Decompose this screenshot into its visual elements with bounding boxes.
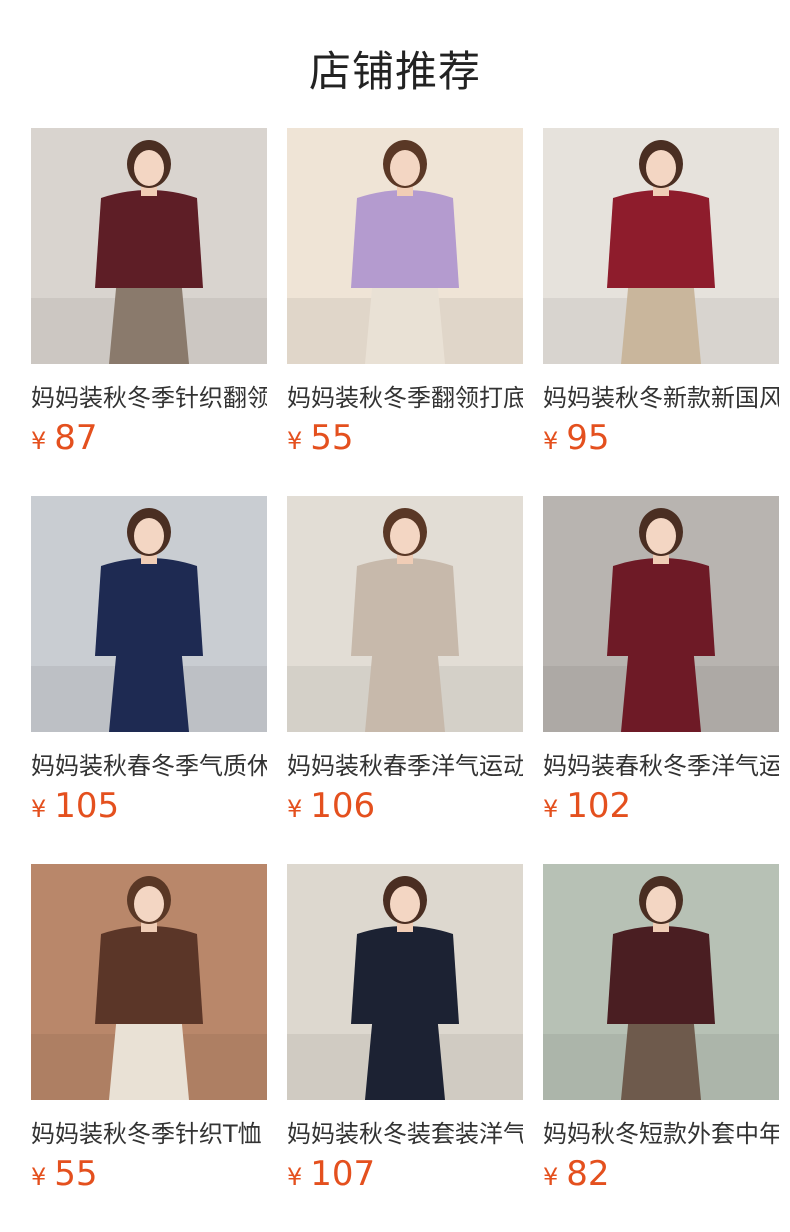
price-value: 82	[566, 1154, 610, 1194]
currency-symbol: ¥	[543, 795, 559, 823]
product-name[interactable]: 妈妈秋冬短款外套中年	[543, 1114, 779, 1149]
product-price: ¥82	[543, 1154, 610, 1194]
product-card[interactable]: 妈妈装秋春季洋气运动 ¥106	[287, 496, 523, 864]
product-name[interactable]: 妈妈装秋冬装套装洋气	[287, 1114, 523, 1149]
currency-symbol: ¥	[287, 795, 303, 823]
product-card[interactable]: 妈妈秋冬短款外套中年 ¥82	[543, 864, 779, 1232]
product-photo	[287, 864, 523, 1100]
product-price: ¥95	[543, 418, 610, 458]
currency-symbol: ¥	[31, 1163, 47, 1191]
product-photo	[543, 496, 779, 732]
product-image[interactable]	[31, 128, 267, 364]
product-price: ¥106	[287, 786, 375, 826]
product-image[interactable]	[543, 496, 779, 732]
price-value: 106	[310, 786, 376, 826]
product-price: ¥55	[31, 1154, 98, 1194]
product-image[interactable]	[287, 128, 523, 364]
product-photo	[31, 864, 267, 1100]
product-card[interactable]: 妈妈装春秋冬季洋气运 ¥102	[543, 496, 779, 864]
product-price: ¥107	[287, 1154, 375, 1194]
product-photo	[31, 496, 267, 732]
product-name[interactable]: 妈妈装秋春季洋气运动	[287, 746, 523, 781]
product-grid: 妈妈装秋冬季针织翻领 ¥87 妈妈装秋冬季翻领打底 ¥55 妈妈装秋冬新款新国风…	[31, 128, 779, 1232]
product-photo	[543, 864, 779, 1100]
product-card[interactable]: 妈妈装秋冬季翻领打底 ¥55	[287, 128, 523, 496]
product-photo	[31, 128, 267, 364]
product-name[interactable]: 妈妈装春秋冬季洋气运	[543, 746, 779, 781]
currency-symbol: ¥	[543, 427, 559, 455]
product-card[interactable]: 妈妈装秋春冬季气质休 ¥105	[31, 496, 267, 864]
product-photo	[287, 128, 523, 364]
currency-symbol: ¥	[543, 1163, 559, 1191]
product-name[interactable]: 妈妈装秋冬季翻领打底	[287, 378, 523, 413]
product-image[interactable]	[31, 864, 267, 1100]
product-card[interactable]: 妈妈装秋冬季针织T恤 ¥55	[31, 864, 267, 1232]
currency-symbol: ¥	[287, 1163, 303, 1191]
product-photo	[287, 496, 523, 732]
product-image[interactable]	[543, 864, 779, 1100]
product-card[interactable]: 妈妈装秋冬季针织翻领 ¥87	[31, 128, 267, 496]
product-price: ¥102	[543, 786, 631, 826]
currency-symbol: ¥	[287, 427, 303, 455]
product-image[interactable]	[287, 864, 523, 1100]
product-photo	[543, 128, 779, 364]
product-image[interactable]	[31, 496, 267, 732]
price-value: 102	[566, 786, 632, 826]
product-name[interactable]: 妈妈装秋冬季针织T恤	[31, 1114, 267, 1149]
product-name[interactable]: 妈妈装秋冬季针织翻领	[31, 378, 267, 413]
price-value: 55	[54, 1154, 98, 1194]
price-value: 107	[310, 1154, 376, 1194]
product-price: ¥55	[287, 418, 354, 458]
currency-symbol: ¥	[31, 427, 47, 455]
product-price: ¥87	[31, 418, 98, 458]
price-value: 87	[54, 418, 98, 458]
page-title: 店铺推荐	[308, 47, 481, 96]
product-card[interactable]: 妈妈装秋冬装套装洋气 ¥107	[287, 864, 523, 1232]
product-image[interactable]	[287, 496, 523, 732]
price-value: 95	[566, 418, 610, 458]
product-name[interactable]: 妈妈装秋冬新款新国风	[543, 378, 779, 413]
price-value: 55	[310, 418, 354, 458]
product-price: ¥105	[31, 786, 119, 826]
product-name[interactable]: 妈妈装秋春冬季气质休	[31, 746, 267, 781]
currency-symbol: ¥	[31, 795, 47, 823]
price-value: 105	[54, 786, 120, 826]
product-card[interactable]: 妈妈装秋冬新款新国风 ¥95	[543, 128, 779, 496]
product-image[interactable]	[543, 128, 779, 364]
